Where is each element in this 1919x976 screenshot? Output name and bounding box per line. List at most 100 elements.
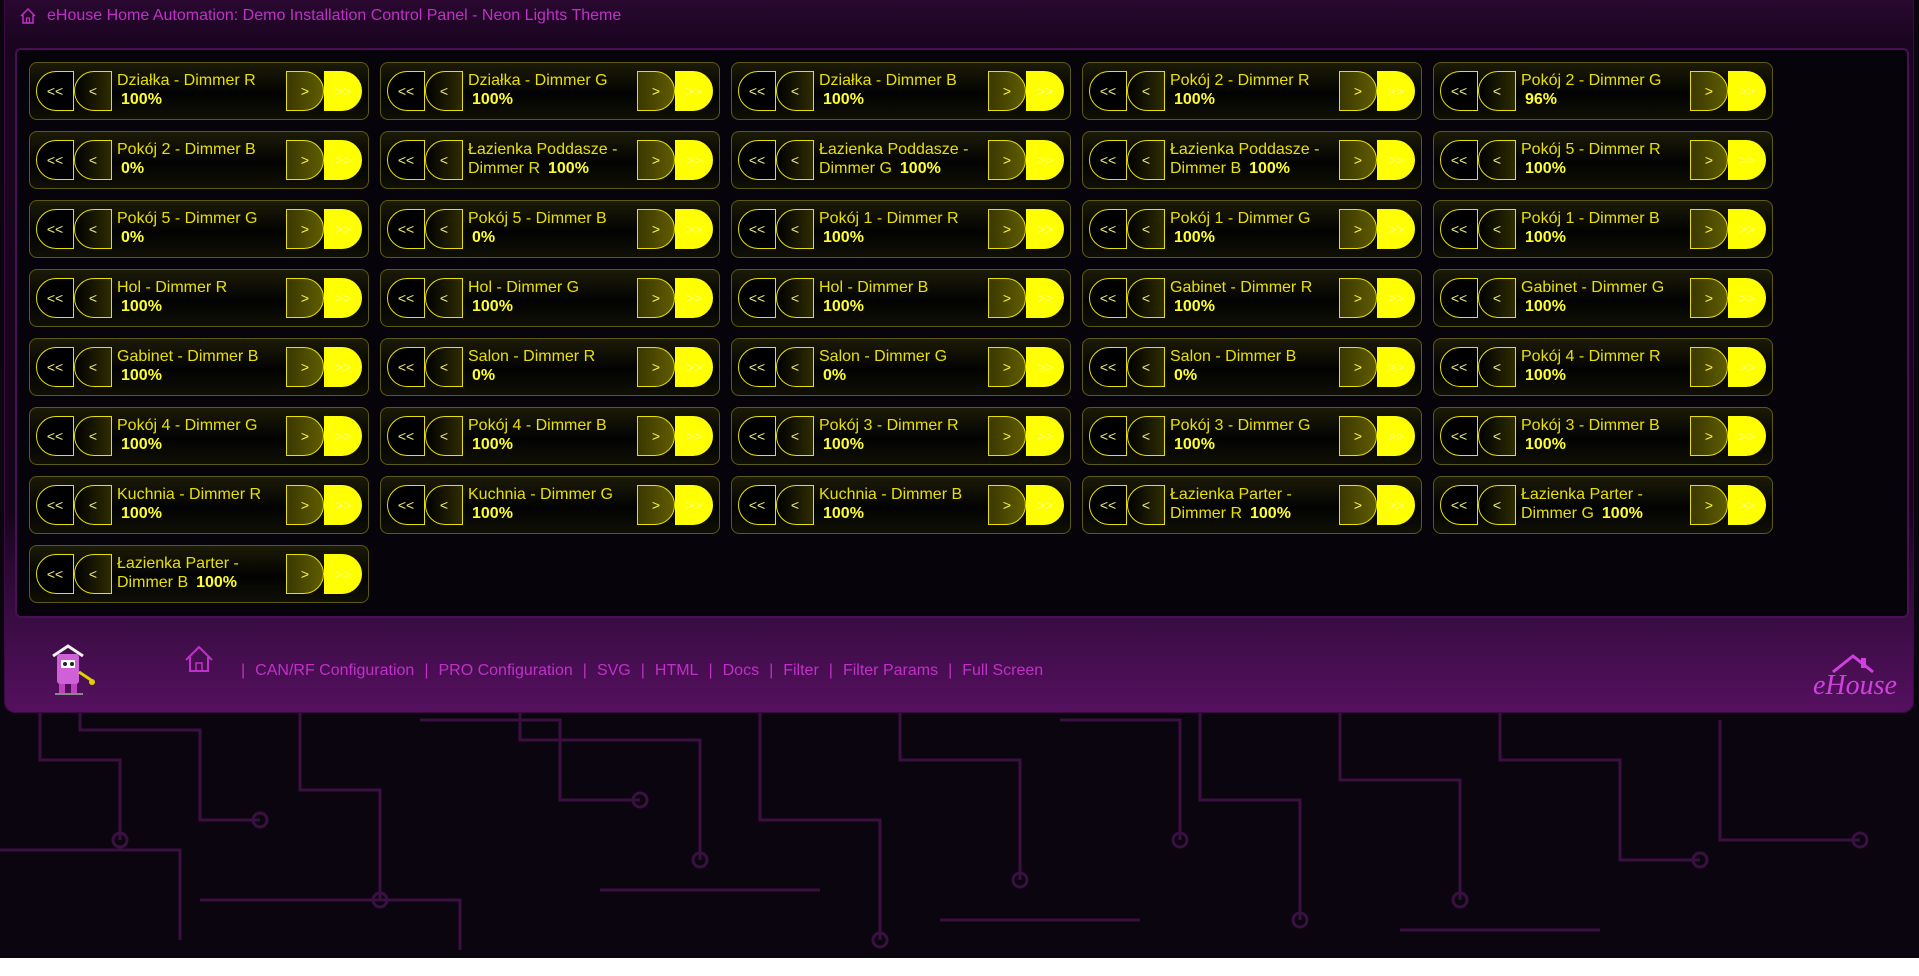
dimmer-down-button[interactable]: <	[1478, 278, 1516, 318]
dimmer-up-button[interactable]: >	[988, 209, 1026, 249]
dimmer-fast-up-button[interactable]: >>	[1026, 485, 1064, 525]
dimmer-up-button[interactable]: >	[637, 416, 675, 456]
dimmer-fast-up-button[interactable]: >>	[1377, 278, 1415, 318]
dimmer-fast-down-button[interactable]: <<	[36, 485, 74, 525]
dimmer-up-button[interactable]: >	[286, 278, 324, 318]
dimmer-fast-up-button[interactable]: >>	[1728, 416, 1766, 456]
dimmer-up-button[interactable]: >	[1690, 416, 1728, 456]
dimmer-fast-up-button[interactable]: >>	[324, 554, 362, 594]
dimmer-up-button[interactable]: >	[286, 140, 324, 180]
dimmer-down-button[interactable]: <	[1127, 140, 1165, 180]
dimmer-fast-down-button[interactable]: <<	[738, 485, 776, 525]
dimmer-up-button[interactable]: >	[286, 71, 324, 111]
dimmer-fast-up-button[interactable]: >>	[1377, 347, 1415, 387]
dimmer-fast-up-button[interactable]: >>	[1026, 416, 1064, 456]
dimmer-fast-down-button[interactable]: <<	[36, 278, 74, 318]
dimmer-fast-up-button[interactable]: >>	[675, 209, 713, 249]
dimmer-fast-up-button[interactable]: >>	[1026, 347, 1064, 387]
dimmer-down-button[interactable]: <	[74, 485, 112, 525]
dimmer-down-button[interactable]: <	[1478, 209, 1516, 249]
dimmer-up-button[interactable]: >	[637, 485, 675, 525]
dimmer-fast-down-button[interactable]: <<	[36, 209, 74, 249]
dimmer-fast-down-button[interactable]: <<	[1089, 347, 1127, 387]
footer-link-svg[interactable]: SVG	[597, 662, 631, 680]
dimmer-fast-down-button[interactable]: <<	[738, 416, 776, 456]
dimmer-down-button[interactable]: <	[425, 140, 463, 180]
dimmer-fast-down-button[interactable]: <<	[738, 278, 776, 318]
dimmer-fast-down-button[interactable]: <<	[387, 347, 425, 387]
dimmer-fast-up-button[interactable]: >>	[1026, 209, 1064, 249]
dimmer-fast-down-button[interactable]: <<	[387, 416, 425, 456]
footer-link-docs[interactable]: Docs	[723, 662, 759, 680]
dimmer-up-button[interactable]: >	[1690, 71, 1728, 111]
dimmer-fast-up-button[interactable]: >>	[324, 347, 362, 387]
home-icon[interactable]	[19, 7, 37, 25]
dimmer-fast-up-button[interactable]: >>	[1377, 71, 1415, 111]
dimmer-fast-down-button[interactable]: <<	[738, 71, 776, 111]
dimmer-down-button[interactable]: <	[1478, 347, 1516, 387]
dimmer-fast-up-button[interactable]: >>	[1728, 71, 1766, 111]
dimmer-fast-down-button[interactable]: <<	[1440, 278, 1478, 318]
dimmer-up-button[interactable]: >	[637, 140, 675, 180]
dimmer-down-button[interactable]: <	[425, 209, 463, 249]
dimmer-fast-up-button[interactable]: >>	[1728, 347, 1766, 387]
dimmer-fast-up-button[interactable]: >>	[1728, 485, 1766, 525]
dimmer-down-button[interactable]: <	[74, 140, 112, 180]
dimmer-down-button[interactable]: <	[74, 71, 112, 111]
dimmer-fast-down-button[interactable]: <<	[1440, 347, 1478, 387]
dimmer-fast-down-button[interactable]: <<	[1440, 140, 1478, 180]
dimmer-down-button[interactable]: <	[425, 485, 463, 525]
dimmer-down-button[interactable]: <	[1127, 347, 1165, 387]
dimmer-up-button[interactable]: >	[286, 554, 324, 594]
ehouse-brand-logo[interactable]: eHouse	[1811, 650, 1901, 700]
dimmer-down-button[interactable]: <	[776, 278, 814, 318]
dimmer-down-button[interactable]: <	[425, 71, 463, 111]
dimmer-fast-down-button[interactable]: <<	[387, 71, 425, 111]
dimmer-down-button[interactable]: <	[74, 278, 112, 318]
dimmer-fast-up-button[interactable]: >>	[1377, 140, 1415, 180]
dimmer-down-button[interactable]: <	[776, 347, 814, 387]
dimmer-down-button[interactable]: <	[425, 347, 463, 387]
dimmer-fast-down-button[interactable]: <<	[1089, 416, 1127, 456]
dimmer-fast-up-button[interactable]: >>	[675, 71, 713, 111]
dimmer-up-button[interactable]: >	[988, 347, 1026, 387]
dimmer-fast-up-button[interactable]: >>	[1026, 140, 1064, 180]
dimmer-up-button[interactable]: >	[1339, 278, 1377, 318]
dimmer-fast-up-button[interactable]: >>	[1728, 140, 1766, 180]
dimmer-down-button[interactable]: <	[74, 209, 112, 249]
dimmer-up-button[interactable]: >	[637, 209, 675, 249]
footer-link-pro-configuration[interactable]: PRO Configuration	[438, 662, 572, 680]
dimmer-fast-down-button[interactable]: <<	[36, 71, 74, 111]
dimmer-down-button[interactable]: <	[1478, 416, 1516, 456]
dimmer-down-button[interactable]: <	[74, 347, 112, 387]
dimmer-fast-up-button[interactable]: >>	[324, 416, 362, 456]
dimmer-up-button[interactable]: >	[988, 140, 1026, 180]
footer-link-full-screen[interactable]: Full Screen	[962, 662, 1043, 680]
dimmer-fast-up-button[interactable]: >>	[324, 485, 362, 525]
dimmer-fast-up-button[interactable]: >>	[1728, 209, 1766, 249]
dimmer-fast-down-button[interactable]: <<	[1089, 278, 1127, 318]
dimmer-fast-down-button[interactable]: <<	[36, 416, 74, 456]
home-icon[interactable]	[183, 644, 215, 674]
dimmer-fast-down-button[interactable]: <<	[1440, 485, 1478, 525]
dimmer-down-button[interactable]: <	[1127, 485, 1165, 525]
dimmer-fast-down-button[interactable]: <<	[36, 347, 74, 387]
dimmer-fast-up-button[interactable]: >>	[324, 209, 362, 249]
dimmer-fast-down-button[interactable]: <<	[1089, 485, 1127, 525]
dimmer-up-button[interactable]: >	[1339, 71, 1377, 111]
dimmer-down-button[interactable]: <	[1127, 278, 1165, 318]
dimmer-fast-down-button[interactable]: <<	[387, 278, 425, 318]
dimmer-fast-up-button[interactable]: >>	[1026, 278, 1064, 318]
dimmer-down-button[interactable]: <	[74, 416, 112, 456]
dimmer-fast-up-button[interactable]: >>	[675, 485, 713, 525]
dimmer-down-button[interactable]: <	[776, 209, 814, 249]
dimmer-up-button[interactable]: >	[1690, 485, 1728, 525]
dimmer-down-button[interactable]: <	[1127, 71, 1165, 111]
dimmer-down-button[interactable]: <	[776, 416, 814, 456]
dimmer-fast-down-button[interactable]: <<	[36, 554, 74, 594]
dimmer-fast-down-button[interactable]: <<	[1089, 209, 1127, 249]
dimmer-fast-up-button[interactable]: >>	[1377, 485, 1415, 525]
dimmer-up-button[interactable]: >	[1339, 209, 1377, 249]
dimmer-up-button[interactable]: >	[1339, 485, 1377, 525]
dimmer-fast-down-button[interactable]: <<	[36, 140, 74, 180]
